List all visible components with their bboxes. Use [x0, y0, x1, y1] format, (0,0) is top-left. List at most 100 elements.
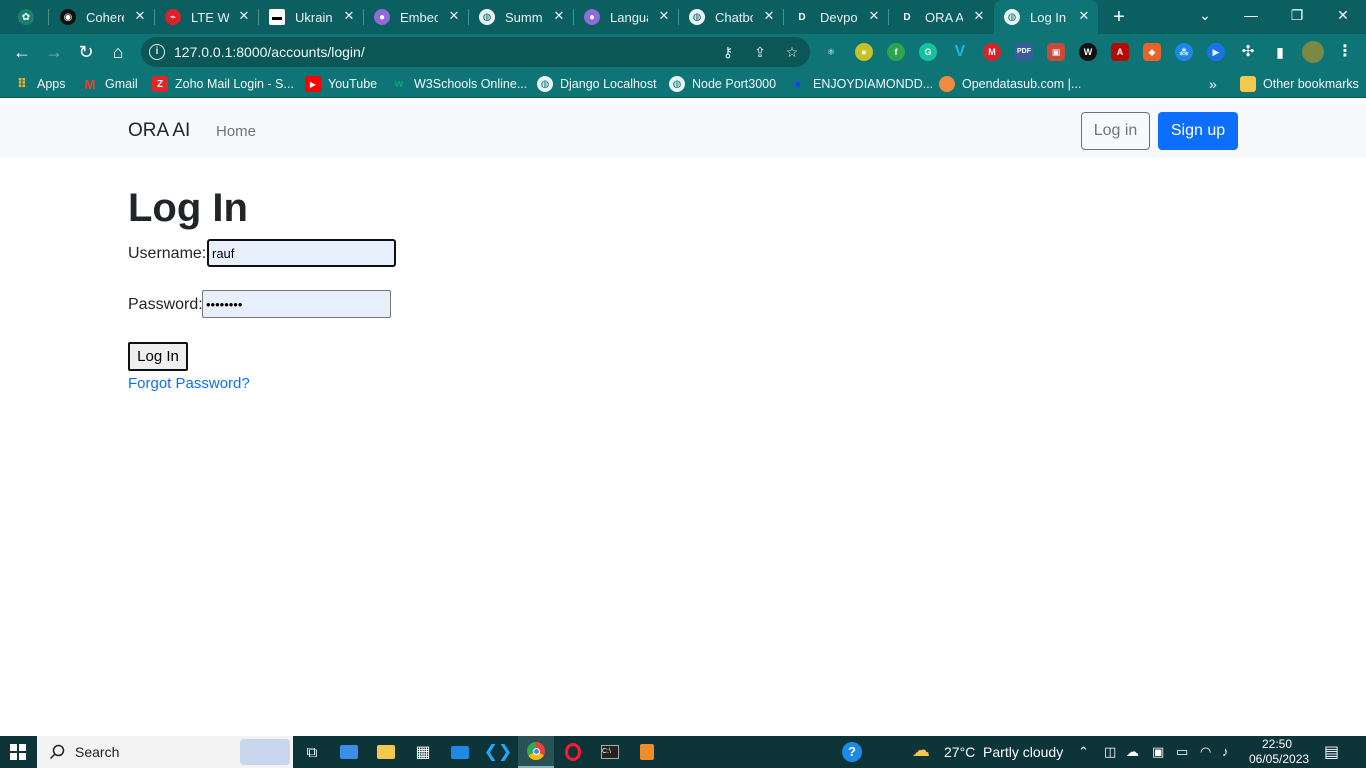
pc-app-icon[interactable] [331, 736, 367, 768]
close-icon[interactable]: ✕ [446, 8, 462, 24]
pdf-extension-icon[interactable]: PDF [1015, 43, 1033, 61]
close-icon[interactable]: ✕ [236, 8, 252, 24]
back-icon[interactable]: ← [8, 38, 36, 66]
file-explorer-icon[interactable] [368, 736, 404, 768]
bookmark-apps[interactable]: ⠿ Apps [14, 75, 66, 93]
browser-tab-lte[interactable]: ⌁ LTE Wir ✕ [155, 0, 258, 34]
notifications-icon[interactable]: ▤ [1324, 742, 1339, 762]
start-button[interactable] [0, 736, 36, 768]
mail-extension-icon[interactable]: M [983, 43, 1001, 61]
camera-icon[interactable]: ◫ [1104, 744, 1116, 760]
clock-time[interactable]: 22:50 [1262, 737, 1292, 751]
other-bookmarks-folder[interactable]: Other bookmarks [1240, 75, 1359, 93]
navbar-login-button[interactable]: Log in [1081, 112, 1150, 150]
battery-icon[interactable]: ▭ [1176, 744, 1188, 760]
acrobat-icon[interactable]: A [1111, 43, 1129, 61]
navbar-signup-button[interactable]: Sign up [1158, 112, 1238, 150]
browser-tab-ora-ai[interactable]: D ORA AI ✕ [889, 0, 993, 34]
clock-date[interactable]: 06/05/2023 [1249, 752, 1309, 766]
terminal-icon[interactable]: C:\ [592, 736, 628, 768]
onedrive-icon[interactable]: ☁ [1126, 744, 1139, 760]
vscode-icon[interactable]: ❮❯ [480, 736, 516, 768]
key-icon[interactable]: ⚷ [719, 43, 737, 61]
close-window-icon[interactable]: ✕ [1320, 0, 1366, 34]
taskbar-search-box[interactable]: Search [37, 736, 293, 768]
username-input[interactable] [207, 239, 396, 267]
forgot-password-link[interactable]: Forgot Password? [128, 375, 250, 392]
address-bar[interactable]: i 127.0.0.1:8000/accounts/login/ ⚷ ⇪ ☆ [141, 37, 810, 67]
reload-icon[interactable]: ↻ [72, 38, 100, 66]
bookmark-node[interactable]: ◍ Node Port3000 [669, 75, 776, 93]
opera-icon[interactable] [555, 736, 591, 768]
close-icon[interactable]: ✕ [132, 8, 148, 24]
restore-icon[interactable]: ❐ [1274, 0, 1320, 34]
extension-f-icon[interactable]: f [887, 43, 905, 61]
help-icon[interactable]: ? [834, 736, 870, 768]
chrome-icon[interactable] [518, 736, 554, 768]
bookmark-opendatasub[interactable]: Opendatasub.com |... [939, 75, 1081, 93]
menu-icon[interactable]: ⋮ [1336, 43, 1354, 61]
mail-icon[interactable] [442, 736, 478, 768]
password-input[interactable] [202, 290, 391, 318]
home-icon[interactable]: ⌂ [104, 38, 132, 66]
puzzle-extensions-icon[interactable]: ✣ [1239, 43, 1257, 61]
navbar-brand[interactable]: ORA AI [128, 120, 190, 142]
forward-icon[interactable]: → [40, 38, 68, 66]
close-icon[interactable]: ✕ [1076, 8, 1092, 24]
bookmark-enjoydiamond[interactable]: ■ ENJOYDIAMONDD... [790, 75, 933, 93]
more-bookmarks-button[interactable]: » [1209, 75, 1217, 93]
store-icon[interactable]: ▦ [405, 736, 441, 768]
side-panel-icon[interactable]: ▮ [1271, 43, 1289, 61]
browser-tab-chatgpt[interactable]: ✿ [8, 0, 44, 34]
close-icon[interactable]: ✕ [761, 8, 777, 24]
bookmark-django[interactable]: ◍ Django Localhost [537, 75, 657, 93]
nav-home-link[interactable]: Home [216, 123, 256, 140]
login-submit-button[interactable]: Log In [128, 342, 188, 371]
close-icon[interactable]: ✕ [656, 8, 672, 24]
share-icon[interactable]: ⇪ [751, 43, 769, 61]
browser-tab-strip: ✿ ◉ Cohere ✕ ⌁ LTE Wir ✕ ▬ Ukraine ✕ ● E… [0, 0, 1366, 34]
new-tab-icon[interactable]: + [1108, 6, 1130, 28]
react-devtools-icon[interactable]: ⚛ [822, 43, 840, 61]
browser-tab-summe[interactable]: ◍ Summe ✕ [469, 0, 573, 34]
browser-tab-ukraine[interactable]: ▬ Ukraine ✕ [259, 0, 363, 34]
browser-tab-chatbo[interactable]: ◍ Chatbo ✕ [679, 0, 783, 34]
bookmark-gmail[interactable]: M Gmail [82, 75, 138, 93]
site-info-icon[interactable]: i [149, 44, 165, 60]
tag-extension-icon[interactable]: ◆ [1143, 43, 1161, 61]
avatar[interactable] [1302, 41, 1324, 63]
close-icon[interactable]: ✕ [971, 8, 987, 24]
vimeo-icon[interactable]: V [951, 43, 969, 61]
network-manager-icon[interactable]: ▣ [1152, 744, 1164, 760]
chevron-up-icon[interactable]: ⌃ [1078, 744, 1089, 760]
wifi-icon[interactable]: ◠ [1200, 744, 1211, 760]
url-text[interactable]: 127.0.0.1:8000/accounts/login/ [174, 44, 365, 60]
bulb-extension-icon[interactable]: ● [855, 43, 873, 61]
tab-label: Log In [1030, 9, 1067, 25]
close-icon[interactable]: ✕ [341, 8, 357, 24]
circles-extension-icon[interactable]: ⁂ [1175, 43, 1193, 61]
star-icon[interactable]: ☆ [783, 43, 801, 61]
grammarly-icon[interactable]: G [919, 43, 937, 61]
browser-tab-log-in[interactable]: ◍ Log In ✕ [994, 0, 1098, 34]
close-icon[interactable]: ✕ [551, 8, 567, 24]
browser-tab-cohere[interactable]: ◉ Cohere ✕ [50, 0, 154, 34]
bookmark-youtube[interactable]: ▶ YouTube [305, 75, 377, 93]
task-view-icon[interactable]: ⧉ [294, 736, 330, 768]
browser-tab-embed[interactable]: ● Embed ✕ [364, 0, 468, 34]
print-extension-icon[interactable]: ▣ [1047, 43, 1065, 61]
browser-tab-devpos[interactable]: D Devpos ✕ [784, 0, 888, 34]
sublime-icon[interactable] [629, 736, 665, 768]
bookmark-w3schools[interactable]: w W3Schools Online... [391, 75, 528, 93]
volume-icon[interactable]: ♪ [1222, 744, 1229, 759]
w-extension-icon[interactable]: W [1079, 43, 1097, 61]
close-icon[interactable]: ✕ [866, 8, 882, 24]
minimize-icon[interactable]: — [1228, 0, 1274, 34]
tab-search-icon[interactable]: ⌄ [1182, 0, 1228, 34]
bookmark-zoho[interactable]: Z Zoho Mail Login - S... [152, 75, 294, 93]
gmail-icon: M [84, 76, 96, 92]
player-extension-icon[interactable]: ▶ [1207, 43, 1225, 61]
browser-tab-langua[interactable]: ● Langua ✕ [574, 0, 678, 34]
weather-text[interactable]: 27°C Partly cloudy [944, 744, 1063, 760]
weather-icon[interactable]: ☁ [912, 740, 930, 761]
